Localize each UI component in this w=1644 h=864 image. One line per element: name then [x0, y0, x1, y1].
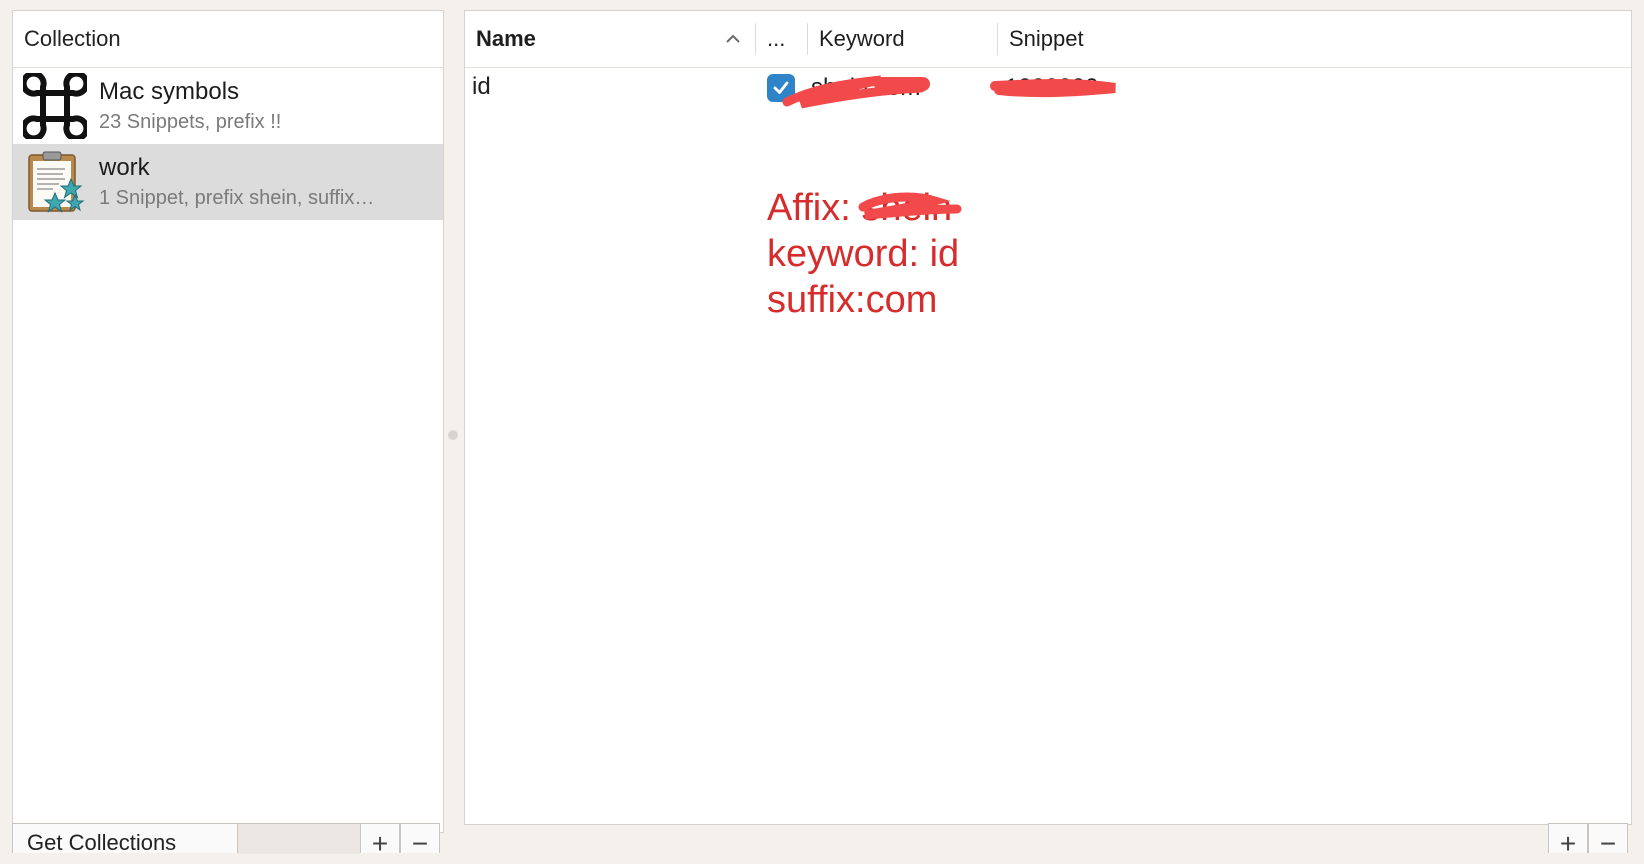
collection-item-work[interactable]: work 1 Snippet, prefix shein, suffix… — [13, 144, 443, 220]
snippets-footer: + − — [1548, 823, 1632, 859]
sort-ascending-icon — [726, 34, 740, 43]
column-separator[interactable] — [807, 23, 808, 55]
get-collections-button[interactable]: Get Collections — [12, 823, 238, 853]
minus-icon: − — [411, 828, 429, 859]
redaction-scribble — [782, 75, 930, 109]
collections-panel: Collection Mac symbols 23 Snippets, pref… — [12, 10, 444, 833]
collection-subtitle: 1 Snippet, prefix shein, suffix… — [99, 186, 375, 209]
column-header-name[interactable]: Name — [476, 11, 536, 67]
add-collection-button[interactable]: + — [360, 823, 400, 859]
column-separator[interactable] — [997, 23, 998, 55]
collection-item-mac-symbols[interactable]: Mac symbols 23 Snippets, prefix !! — [13, 68, 443, 144]
split-view-divider-handle[interactable] — [448, 430, 458, 440]
clipboard-stars-icon — [28, 151, 85, 213]
command-key-icon — [23, 73, 87, 139]
collections-header[interactable]: Collection — [13, 11, 443, 68]
redaction-scribble — [858, 192, 962, 220]
annotation-line-keyword: keyword: id — [767, 233, 960, 275]
column-header-keyword[interactable]: Keyword — [819, 11, 905, 67]
column-separator[interactable] — [755, 23, 756, 55]
column-header-snippet[interactable]: Snippet — [1009, 11, 1084, 67]
redaction-scribble — [990, 79, 1116, 98]
column-header-enabled[interactable]: ... — [767, 11, 785, 67]
remove-collection-button[interactable]: − — [400, 823, 440, 859]
cell-name[interactable]: id — [472, 73, 491, 101]
column-header-snippet-label: Snippet — [1009, 26, 1084, 51]
remove-snippet-button[interactable]: − — [1588, 823, 1628, 859]
collections-footer: Get Collections + − — [12, 823, 444, 859]
snippets-panel: Name ... Keyword Snippet id shein.com 10… — [464, 10, 1632, 825]
table-header: Name ... Keyword Snippet — [465, 11, 1631, 68]
footer-spacer — [238, 823, 360, 854]
collections-header-label: Collection — [24, 26, 121, 51]
column-header-enabled-label: ... — [767, 26, 786, 51]
column-header-keyword-label: Keyword — [819, 26, 905, 51]
collection-name: Mac symbols — [99, 78, 240, 106]
column-header-name-label: Name — [476, 26, 536, 51]
minus-icon: − — [1599, 828, 1617, 859]
add-snippet-button[interactable]: + — [1548, 823, 1588, 859]
collection-subtitle: 23 Snippets, prefix !! — [99, 110, 282, 133]
plus-icon: + — [1559, 828, 1577, 859]
collection-name: work — [99, 154, 150, 182]
table-row[interactable]: id shein.com 1000000 — [465, 68, 1631, 109]
plus-icon: + — [371, 828, 389, 859]
annotation-line-suffix: suffix:com — [767, 279, 938, 321]
